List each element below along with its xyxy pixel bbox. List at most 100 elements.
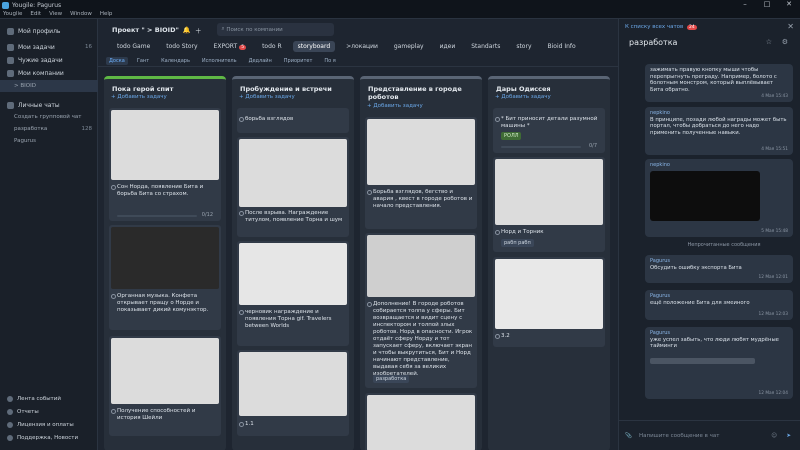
- task-card[interactable]: Дополнение! В городе роботов собирается …: [365, 233, 477, 388]
- task-checkbox[interactable]: [367, 302, 372, 307]
- close-chat-icon[interactable]: ✕: [787, 22, 794, 31]
- task-checkbox[interactable]: [111, 294, 116, 299]
- task-card[interactable]: 3.2: [493, 257, 605, 347]
- task-card[interactable]: черновик награждение и появления Торна g…: [237, 241, 349, 346]
- view-switcher: Доска Гант Календарь Исполнитель Дедлайн…: [98, 55, 618, 67]
- maximize-icon[interactable]: □: [756, 0, 778, 8]
- filter-priority[interactable]: Приоритет: [281, 57, 316, 65]
- create-chat-button[interactable]: Создать групповой чат: [0, 111, 98, 123]
- menu-item[interactable]: Youglie: [3, 11, 22, 17]
- attach-icon[interactable]: 📎: [625, 433, 632, 439]
- events-feed-link[interactable]: Лента событий: [0, 393, 98, 404]
- top-bar: Проект " > BIOID" 🔔 ＋ ⌕ Поиск по компани…: [98, 19, 618, 40]
- task-card[interactable]: Борьба взглядов, бегство и авария , квес…: [365, 117, 477, 229]
- sidebar-item-profile[interactable]: Мой профиль: [0, 25, 98, 37]
- task-tag[interactable]: РОЛЛ: [501, 132, 522, 140]
- task-card[interactable]: Норд и Торник рабп рабп: [493, 157, 605, 252]
- chat-composer[interactable]: 📎 Напишите сообщение в чат ☺ ➤: [619, 420, 800, 450]
- project-title[interactable]: Проект " > BIOID": [112, 26, 179, 34]
- menu-item[interactable]: Help: [100, 11, 113, 17]
- task-checkbox[interactable]: [239, 422, 244, 427]
- add-task-button[interactable]: + Добавить задачу: [111, 94, 167, 100]
- message-input[interactable]: Напишите сообщение в чат: [639, 433, 719, 439]
- search-input[interactable]: ⌕ Поиск по компании: [217, 23, 335, 36]
- sidebar-chat-razrabotka[interactable]: разработка 128: [0, 123, 98, 135]
- task-card[interactable]: Органная музыка. Конфета открывает пращу…: [109, 225, 221, 330]
- view-board[interactable]: Доска: [106, 56, 128, 65]
- tab-gameplay[interactable]: gameplay: [389, 41, 429, 52]
- license-link[interactable]: Лицензия и оплаты: [0, 419, 98, 430]
- tab-story[interactable]: story: [511, 41, 536, 52]
- task-card[interactable]: Сон Норда, появление Бита и борьба Бита …: [109, 108, 221, 221]
- view-gantt[interactable]: Гант: [134, 57, 152, 65]
- task-card[interactable]: борьба взглядов: [237, 108, 349, 133]
- sidebar-chats-header[interactable]: Личные чаты: [0, 99, 98, 111]
- task-checkbox[interactable]: [367, 190, 372, 195]
- chat-panel: К списку всех чатов 24 ✕ разработка ☆ ⚙ …: [618, 19, 800, 450]
- kanban-board: Пока герой спит + Добавить задачу Сон Но…: [98, 68, 618, 450]
- menu-item[interactable]: View: [49, 11, 62, 17]
- task-card[interactable]: Получение способностей и история Шейли: [109, 336, 221, 436]
- task-checkbox[interactable]: [495, 334, 500, 339]
- sidebar-item-my-tasks[interactable]: Мои задачи 16: [0, 41, 98, 53]
- task-tag[interactable]: разработка: [373, 375, 410, 383]
- emoji-icon[interactable]: ☺: [771, 433, 777, 439]
- add-task-button[interactable]: + Добавить задачу: [495, 94, 551, 100]
- add-task-button[interactable]: + Добавить задачу: [239, 94, 295, 100]
- reports-link[interactable]: Отчеты: [0, 406, 98, 417]
- window-controls: – □ ✕: [734, 0, 800, 8]
- support-link[interactable]: Поддержка, Новости: [0, 432, 98, 443]
- filter-assignee[interactable]: Исполнитель: [199, 57, 240, 65]
- tab-storyboard[interactable]: storyboard: [292, 41, 336, 52]
- add-project-icon[interactable]: ＋: [195, 25, 202, 35]
- task-checkbox[interactable]: [495, 117, 500, 122]
- menu-item[interactable]: Window: [70, 11, 92, 17]
- send-icon[interactable]: ➤: [786, 433, 791, 439]
- task-checkbox[interactable]: [111, 185, 116, 190]
- unread-separator: Непрочитанные сообщения: [687, 242, 761, 248]
- filter-more[interactable]: По я: [321, 57, 338, 65]
- sidebar-item-companies[interactable]: Мои компании: [0, 67, 98, 79]
- task-checkbox[interactable]: [239, 211, 244, 216]
- menu-item[interactable]: Edit: [30, 11, 41, 17]
- star-icon[interactable]: ☆: [766, 38, 772, 46]
- tab-locations[interactable]: >локации: [341, 41, 383, 52]
- filter-deadline[interactable]: Дедлайн: [246, 57, 275, 65]
- tab-export[interactable]: EXPORT 5: [209, 41, 252, 52]
- task-tag[interactable]: рабп рабп: [501, 239, 534, 247]
- view-calendar[interactable]: Календарь: [158, 57, 193, 65]
- back-to-chats-link[interactable]: К списку всех чатов 24: [625, 24, 697, 30]
- chat-message: nepkino В принципе, позади любой награды…: [645, 107, 793, 155]
- board-tabs: todo Game todo Story EXPORT 5 todo R stor…: [98, 40, 618, 53]
- tab-todo-story[interactable]: todo Story: [161, 41, 202, 52]
- chat-message: зажимать правую кнопку мыши чтобы перепр…: [645, 64, 793, 102]
- tab-todo-game[interactable]: todo Game: [112, 41, 155, 52]
- tab-ideas[interactable]: идеи: [435, 41, 461, 52]
- task-card[interactable]: 1.1: [237, 350, 349, 436]
- gear-icon[interactable]: ⚙: [782, 38, 788, 46]
- tab-badge: 5: [239, 45, 247, 50]
- storyboard-image: [111, 110, 219, 180]
- attachment-preview: [650, 357, 755, 364]
- tab-standarts[interactable]: Standarts: [466, 41, 505, 52]
- chat-icon: [7, 101, 14, 109]
- task-card[interactable]: [365, 393, 477, 450]
- sidebar-chat-pagurus[interactable]: Pagurus: [0, 135, 98, 147]
- tab-bioid-info[interactable]: Bioid Info: [543, 41, 581, 52]
- task-checkbox[interactable]: [239, 117, 244, 122]
- add-task-button[interactable]: + Добавить задачу: [367, 103, 423, 109]
- task-checkbox[interactable]: [111, 409, 116, 414]
- minimize-icon[interactable]: –: [734, 0, 756, 8]
- task-checkbox[interactable]: [239, 310, 244, 315]
- task-card[interactable]: * Бит приносит детали разумной машины * …: [493, 108, 605, 153]
- tab-todo-r[interactable]: todo R: [257, 41, 287, 52]
- task-checkbox[interactable]: [495, 230, 500, 235]
- task-card[interactable]: После взрыва. Награждение титулом, появл…: [237, 137, 349, 237]
- bell-icon[interactable]: 🔔: [183, 26, 191, 34]
- sidebar-item-other-tasks[interactable]: Чужие задачи: [0, 54, 98, 66]
- sidebar: Мой профиль Мои задачи 16 Чужие задачи Мо…: [0, 19, 98, 450]
- storyboard-image: [367, 119, 475, 185]
- close-icon[interactable]: ✕: [778, 0, 800, 8]
- sidebar-item-bioid[interactable]: > BIOID: [0, 80, 98, 92]
- license-icon: [7, 421, 13, 428]
